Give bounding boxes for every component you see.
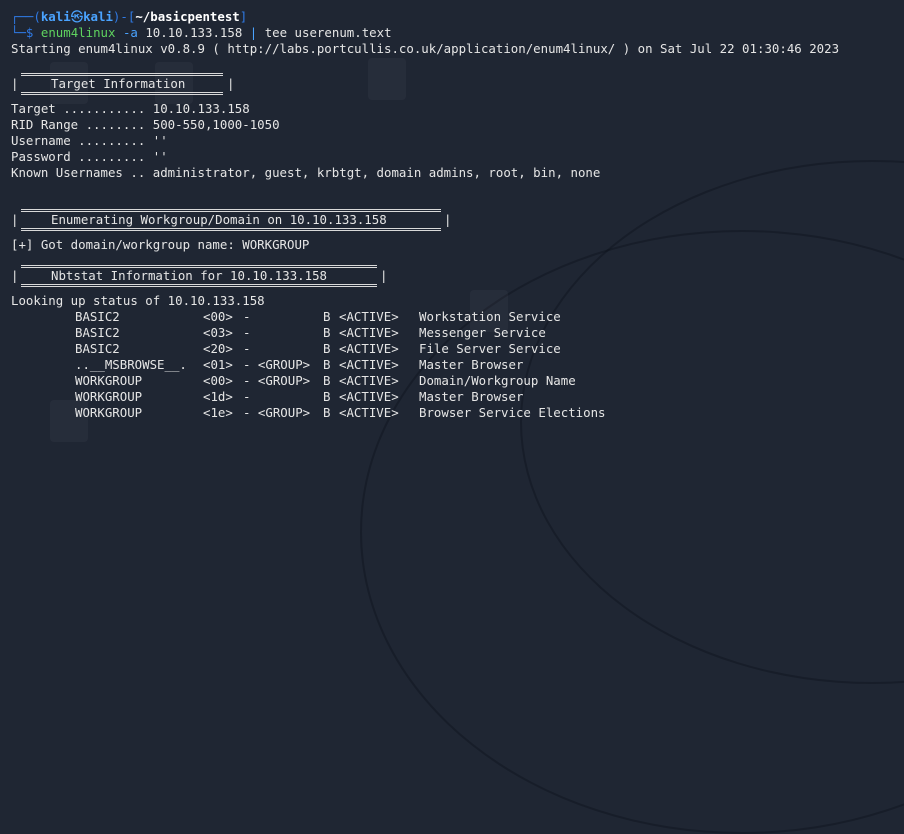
nbtstat-header-box: | Nbtstat Information for 10.10.133.158 |	[11, 265, 387, 287]
nbtstat-flag: B	[323, 325, 331, 340]
command-flag: -a	[122, 25, 138, 40]
nbtstat-name: BASIC2	[75, 325, 120, 340]
prompt-frame-close: ]	[239, 9, 248, 24]
password-line: Password ......... ''	[11, 149, 168, 164]
nbtstat-row: BASIC2 <20> - B <ACTIVE> File Server Service	[11, 341, 904, 357]
nbtstat-row: WORKGROUP <1e> - <GROUP> B <ACTIVE> Browser S…	[11, 405, 904, 421]
command-line[interactable]: └─$ enum4linux -a 10.10.133.158 | tee us…	[11, 25, 904, 41]
nbtstat-header: Nbtstat Information for 10.10.133.158	[51, 268, 328, 283]
nbtstat-state: <ACTIVE>	[339, 341, 399, 356]
nbtstat-code: <01>	[203, 357, 233, 372]
nbtstat-name: WORKGROUP	[75, 373, 143, 388]
nbtstat-group: -	[243, 341, 251, 356]
nbtstat-flag: B	[323, 373, 331, 388]
prompt-host: kali	[83, 9, 113, 24]
prompt-arrow: └─$	[11, 25, 34, 40]
nbtstat-code: <03>	[203, 325, 233, 340]
nbtstat-flag: B	[323, 357, 331, 372]
username-line: Username ......... ''	[11, 133, 168, 148]
known-usernames-line: Known Usernames .. administrator, guest,…	[11, 165, 601, 180]
prompt-path: ~/basicpentest	[135, 9, 240, 24]
nbtstat-name: WORKGROUP	[75, 405, 143, 420]
nbtstat-desc: Browser Service Elections	[419, 405, 606, 420]
workgroup-result-line: [+] Got domain/workgroup name: WORKGROUP	[11, 237, 310, 252]
nbtstat-group: - <GROUP>	[243, 357, 311, 372]
command-name: enum4linux	[40, 25, 116, 40]
prompt-line: ┌──(kali㉿kali)-[~/basicpentest]	[11, 9, 904, 25]
nbtstat-code: <00>	[203, 309, 233, 324]
nbtstat-name: ..__MSBROWSE__.	[75, 357, 187, 372]
lookup-status-line: Looking up status of 10.10.133.158	[11, 293, 265, 308]
nbtstat-state: <ACTIVE>	[339, 373, 399, 388]
nbtstat-state: <ACTIVE>	[339, 357, 399, 372]
prompt-user: kali	[40, 9, 71, 24]
nbtstat-flag: B	[323, 405, 331, 420]
nbtstat-name: BASIC2	[75, 341, 120, 356]
nbtstat-code: <00>	[203, 373, 233, 388]
nbtstat-desc: Master Browser	[419, 389, 524, 404]
nbtstat-row: WORKGROUP <00> - <GROUP> B <ACTIVE> Domain/Wo…	[11, 373, 904, 389]
nbtstat-state: <ACTIVE>	[339, 389, 399, 404]
target-info-header: Target Information	[51, 76, 186, 91]
nbtstat-state: <ACTIVE>	[339, 405, 399, 420]
nbtstat-row: BASIC2 <00> - B <ACTIVE> Workstation Service	[11, 309, 904, 325]
nbtstat-desc: File Server Service	[419, 341, 561, 356]
nbtstat-desc: Domain/Workgroup Name	[419, 373, 576, 388]
nbtstat-desc: Workstation Service	[419, 309, 561, 324]
nbtstat-row: BASIC2 <03> - B <ACTIVE> Messenger Service	[11, 325, 904, 341]
rid-range-line: RID Range ........ 500-550,1000-1050	[11, 117, 280, 132]
nbtstat-code: <1e>	[203, 405, 233, 420]
target-line: Target ........... 10.10.133.158	[11, 101, 250, 116]
nbtstat-state: <ACTIVE>	[339, 325, 399, 340]
command-tee: tee userenum.text	[264, 25, 392, 40]
nbtstat-name: WORKGROUP	[75, 389, 143, 404]
nbtstat-desc: Messenger Service	[419, 325, 546, 340]
nbtstat-table: BASIC2 <00> - B <ACTIVE> Workstation Service B…	[11, 309, 904, 421]
workgroup-header: Enumerating Workgroup/Domain on 10.10.13…	[51, 212, 387, 227]
terminal-output: ┌──(kali㉿kali)-[~/basicpentest] └─$ enum…	[11, 9, 904, 421]
nbtstat-group: -	[243, 309, 251, 324]
starting-line: Starting enum4linux v0.8.9 ( http://labs…	[11, 41, 840, 56]
nbtstat-row: WORKGROUP <1d> - B <ACTIVE> Master Browser	[11, 389, 904, 405]
nbtstat-flag: B	[323, 341, 331, 356]
nbtstat-group: -	[243, 389, 251, 404]
nbtstat-code: <1d>	[203, 389, 233, 404]
nbtstat-group: -	[243, 325, 251, 340]
prompt-at-symbol: ㉿	[70, 9, 84, 24]
target-info-header-box: | Target Information |	[11, 73, 234, 95]
nbtstat-desc: Master Browser	[419, 357, 524, 372]
nbtstat-group: - <GROUP>	[243, 405, 311, 420]
nbtstat-code: <20>	[203, 341, 233, 356]
command-pipe: |	[249, 25, 258, 40]
prompt-frame-mid: )-[	[112, 9, 136, 24]
prompt-frame-open: ┌──(	[11, 9, 41, 24]
command-ip: 10.10.133.158	[145, 25, 243, 40]
nbtstat-flag: B	[323, 309, 331, 324]
nbtstat-row: ..__MSBROWSE__. <01> - <GROUP> B <ACTIVE> Mas…	[11, 357, 904, 373]
nbtstat-group: - <GROUP>	[243, 373, 311, 388]
nbtstat-state: <ACTIVE>	[339, 309, 399, 324]
nbtstat-flag: B	[323, 389, 331, 404]
nbtstat-name: BASIC2	[75, 309, 120, 324]
workgroup-header-box: | Enumerating Workgroup/Domain on 10.10.1…	[11, 209, 451, 231]
